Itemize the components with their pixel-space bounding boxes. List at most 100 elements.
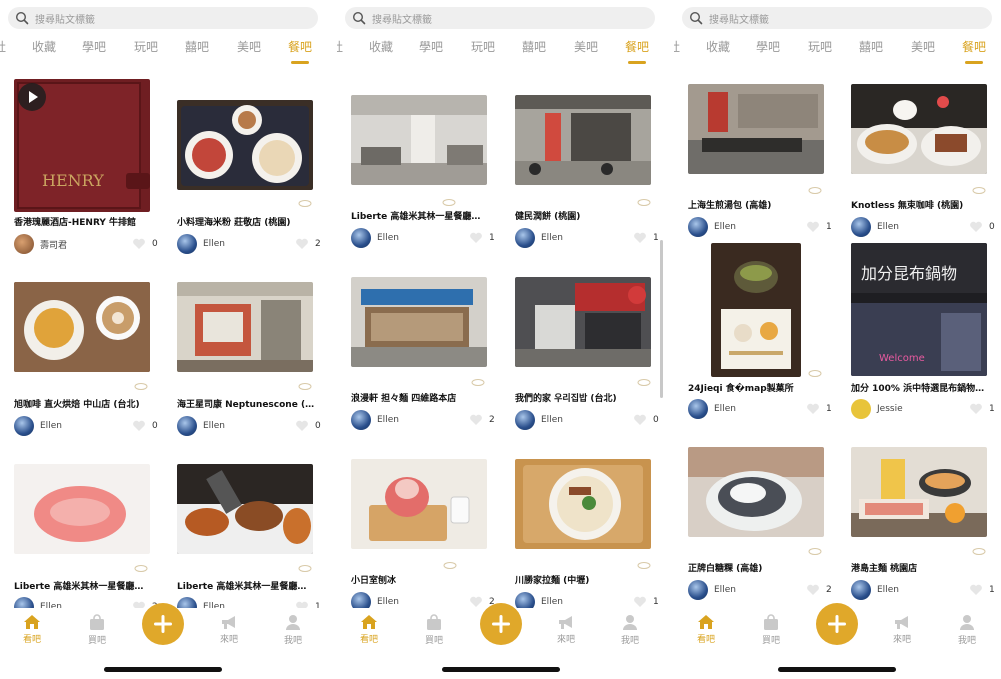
post-title[interactable]: 旭咖啡 直火烘焙 中山店 (台北) [14, 397, 156, 410]
nav-watch[interactable]: 看吧 [688, 614, 724, 645]
author-name[interactable]: Ellen [377, 233, 469, 243]
tab-favorites[interactable]: 收藏 [369, 38, 393, 55]
nav-watch[interactable]: 看吧 [351, 614, 387, 645]
post-image-shop-front[interactable] [177, 282, 313, 372]
heart-icon[interactable] [469, 414, 483, 426]
heart-icon[interactable] [633, 232, 647, 244]
tab-food[interactable]: 餐吧 [288, 38, 312, 55]
post-title[interactable]: Knotless 無束咖啡 (桃園) [851, 198, 996, 211]
post-title[interactable]: 小料理海米粉 莊敬店 (桃園) [177, 215, 322, 228]
nav-come[interactable]: 來吧 [548, 614, 584, 645]
home-indicator[interactable] [778, 667, 896, 672]
author-name[interactable]: Ellen [40, 421, 132, 431]
heart-icon[interactable] [295, 238, 309, 250]
tab-food[interactable]: 餐吧 [962, 38, 986, 55]
post-image-street-queue[interactable] [688, 84, 824, 174]
avatar[interactable] [688, 399, 708, 419]
search-bar[interactable]: 搜尋貼文標籤 [345, 7, 655, 29]
video-play-icon[interactable] [18, 83, 46, 111]
post-title[interactable]: Liberte 高雄米其林一星餐廳… [351, 209, 493, 222]
tab-wedding[interactable]: 囍吧 [522, 38, 546, 55]
nav-me[interactable]: 我吧 [949, 614, 985, 646]
author-name[interactable]: 壽司君 [40, 238, 132, 251]
author-name[interactable]: Ellen [377, 597, 469, 607]
post-image-croissant-coffee[interactable] [851, 84, 987, 174]
author-name[interactable]: Ellen [541, 415, 633, 425]
post-title[interactable]: Liberte 高雄米其林一星餐廳… [14, 579, 156, 592]
heart-icon[interactable] [633, 596, 647, 608]
heart-icon[interactable] [969, 403, 983, 415]
post-image-shaved-ice[interactable] [351, 459, 487, 549]
heart-icon[interactable] [132, 420, 146, 432]
tab-favorites[interactable]: 收藏 [706, 38, 730, 55]
author-name[interactable]: Ellen [714, 222, 806, 232]
post-image-storefront[interactable] [515, 95, 651, 185]
tab-wedding[interactable]: 囍吧 [185, 38, 209, 55]
post-title[interactable]: 川勝家拉麵 (中壢) [515, 573, 660, 586]
post-image-tart-plating[interactable] [177, 464, 313, 554]
add-post-button[interactable] [480, 603, 522, 645]
post-image-korean-shop[interactable] [515, 277, 651, 367]
nav-come[interactable]: 來吧 [211, 614, 247, 645]
tab-play[interactable]: 玩吧 [134, 38, 158, 55]
avatar[interactable] [851, 399, 871, 419]
heart-icon[interactable] [633, 414, 647, 426]
avatar[interactable] [177, 234, 197, 254]
post-image-matcha-wagashi[interactable] [711, 243, 801, 377]
avatar[interactable] [515, 410, 535, 430]
heart-icon[interactable] [132, 238, 146, 250]
post-title[interactable]: 我們的家 우리집밥 (台北) [515, 391, 660, 404]
post-title[interactable]: 香港瑰麗酒店-HENRY 牛排館 [14, 215, 156, 228]
tab-play[interactable]: 玩吧 [471, 38, 495, 55]
post-image-sesame-rice-ball[interactable] [688, 447, 824, 537]
tab-partial[interactable]: 社 [337, 38, 343, 55]
tab-beauty[interactable]: 美吧 [237, 38, 261, 55]
post-image-neon-sign-shop[interactable]: 加分昆布鍋物 Welcome [851, 243, 987, 376]
post-title[interactable]: 海王星司康 Neptunescone (… [177, 397, 315, 410]
nav-me[interactable]: 我吧 [612, 614, 648, 646]
post-image-henry-menu[interactable]: HENRY [14, 79, 150, 212]
author-name[interactable]: Jessie [877, 404, 969, 414]
home-indicator[interactable] [104, 667, 222, 672]
tab-beauty[interactable]: 美吧 [574, 38, 598, 55]
post-image-restaurant-interior[interactable] [351, 95, 487, 185]
avatar[interactable] [351, 228, 371, 248]
post-title[interactable]: 正牌白糖粿 (高雄) [688, 561, 830, 574]
post-image-pink-dish[interactable] [14, 464, 150, 554]
tab-favorites[interactable]: 收藏 [32, 38, 56, 55]
add-post-button[interactable] [142, 603, 184, 645]
avatar[interactable] [14, 234, 34, 254]
post-title[interactable]: 港島主麵 桃園店 [851, 561, 993, 574]
tab-food[interactable]: 餐吧 [625, 38, 649, 55]
heart-icon[interactable] [469, 232, 483, 244]
heart-icon[interactable] [969, 584, 983, 596]
avatar[interactable] [515, 228, 535, 248]
nav-shop[interactable]: 買吧 [753, 614, 789, 646]
avatar[interactable] [351, 410, 371, 430]
scrollbar[interactable] [660, 240, 663, 398]
avatar[interactable] [688, 217, 708, 237]
avatar[interactable] [177, 416, 197, 436]
tab-learn[interactable]: 學吧 [82, 38, 106, 55]
author-name[interactable]: Ellen [541, 233, 633, 243]
avatar[interactable] [14, 416, 34, 436]
post-title[interactable]: 加分 100% 浜中特選昆布鍋物… [851, 381, 993, 394]
heart-icon[interactable] [969, 221, 983, 233]
author-name[interactable]: Ellen [541, 597, 633, 607]
post-image-blue-awning-shop[interactable] [351, 277, 487, 367]
author-name[interactable]: Ellen [877, 222, 969, 232]
post-image-ramen-bowl[interactable] [515, 459, 651, 549]
tab-learn[interactable]: 學吧 [419, 38, 443, 55]
nav-shop[interactable]: 買吧 [416, 614, 452, 646]
author-name[interactable]: Ellen [203, 239, 295, 249]
avatar[interactable] [688, 580, 708, 600]
post-image-noodle-drinks[interactable] [851, 447, 987, 537]
post-title[interactable]: 24Jieqi 食�map製菓所 [688, 381, 830, 394]
post-image-noodle-set[interactable] [177, 100, 313, 190]
heart-icon[interactable] [806, 584, 820, 596]
author-name[interactable]: Ellen [714, 585, 806, 595]
tab-learn[interactable]: 學吧 [756, 38, 780, 55]
tab-beauty[interactable]: 美吧 [911, 38, 935, 55]
post-title[interactable]: Liberte 高雄米其林一星餐廳… [177, 579, 315, 592]
author-name[interactable]: Ellen [714, 404, 806, 414]
